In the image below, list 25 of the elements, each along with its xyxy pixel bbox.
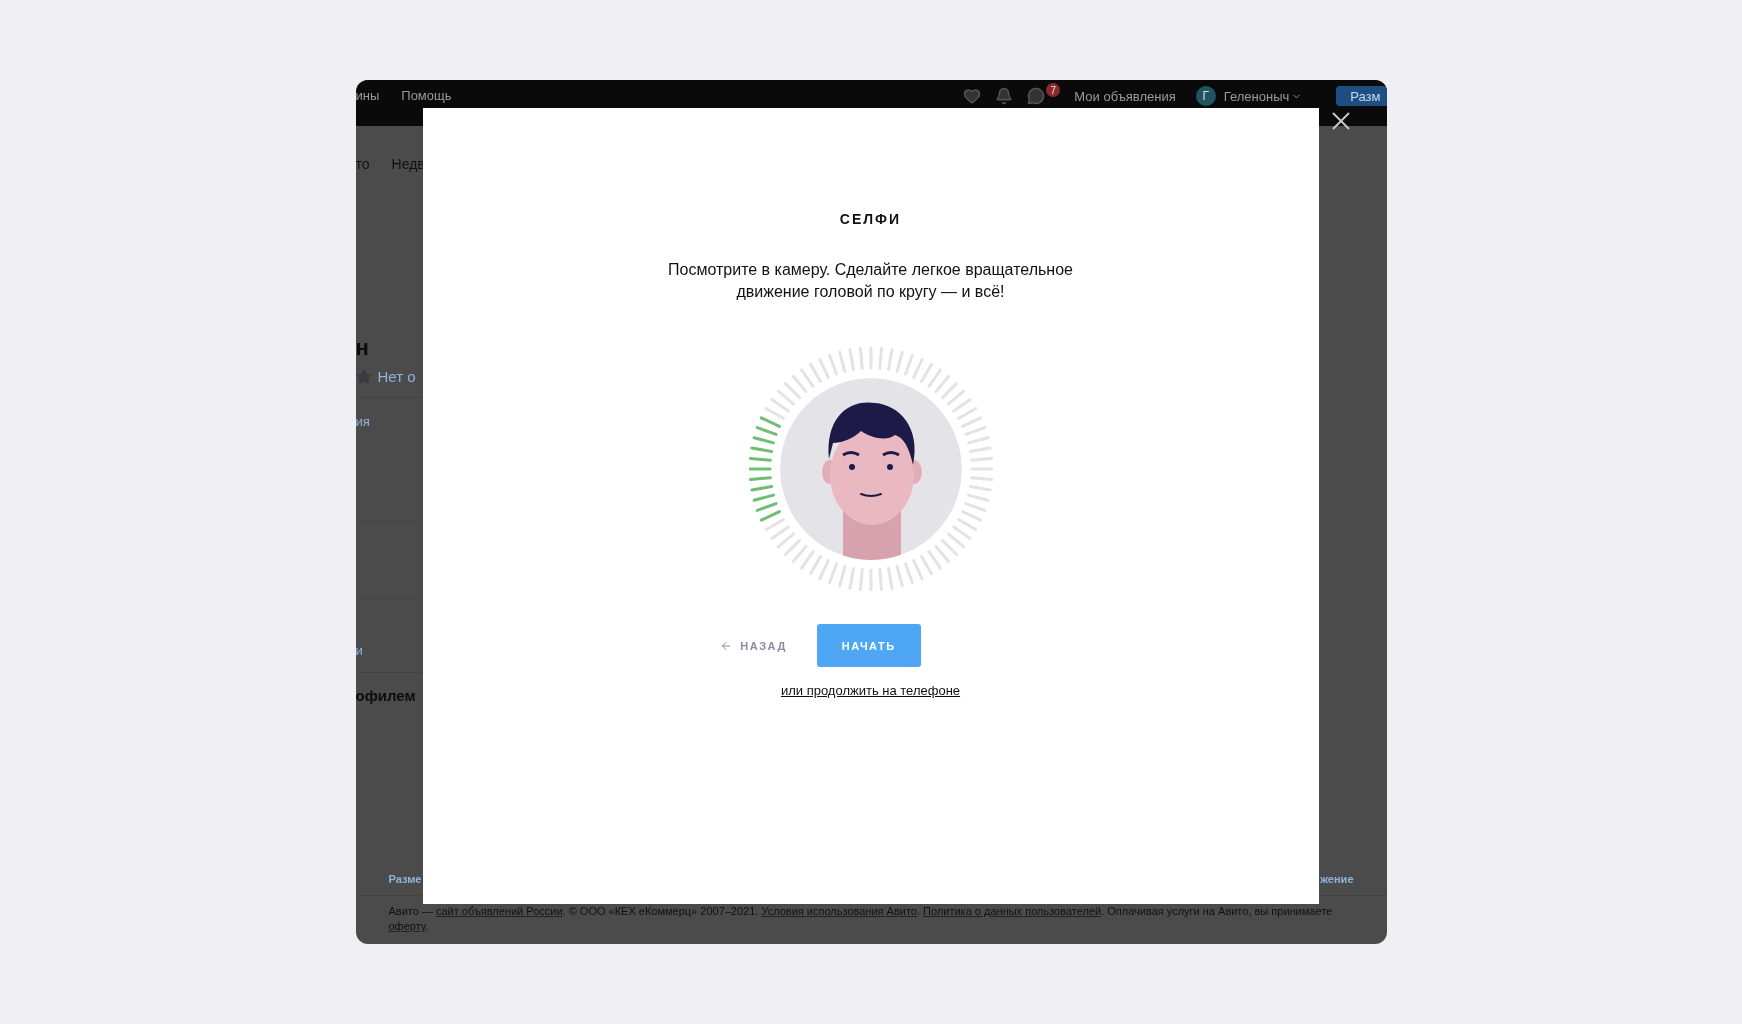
phone-link[interactable]: или продолжить на телефоне [780,683,961,698]
arrow-left-icon [720,639,733,652]
my-ads-link[interactable]: Мои объявления [1074,88,1176,104]
legal-link[interactable]: Условия использования Авито [761,905,917,917]
instruction-text: Посмотрите в камеру. Сделайте легкое вращательное движение головой по кругу — и всё! [667,260,1074,302]
user-menu[interactable]: Геленоныч [1223,88,1303,104]
footer-link[interactable]: Разме [388,873,422,885]
section-title: офилем [355,687,417,704]
start-button[interactable]: НАЧАТЬ [816,624,921,667]
star-icon [355,368,372,385]
heart-icon[interactable] [963,87,982,105]
profile-name: н [355,336,370,360]
footer-link[interactable]: жение [1320,873,1354,885]
nav-link[interactable]: Помощь [401,86,452,103]
dialog-title: СЕЛФИ [839,211,902,227]
nav-link[interactable]: ины [355,86,380,103]
category-link[interactable]: Недв [391,156,425,186]
bell-icon[interactable] [995,87,1014,105]
user-avatar[interactable]: Г [1195,86,1216,106]
back-button[interactable]: НАЗАД [720,639,787,652]
legal-link[interactable]: сайт объявлений России [436,905,563,917]
notification-badge: 7 [1046,83,1061,97]
reviews-link[interactable]: Нет о [377,368,416,385]
post-ad-button[interactable]: Разм [1336,86,1387,106]
category-link[interactable]: то [355,156,370,186]
